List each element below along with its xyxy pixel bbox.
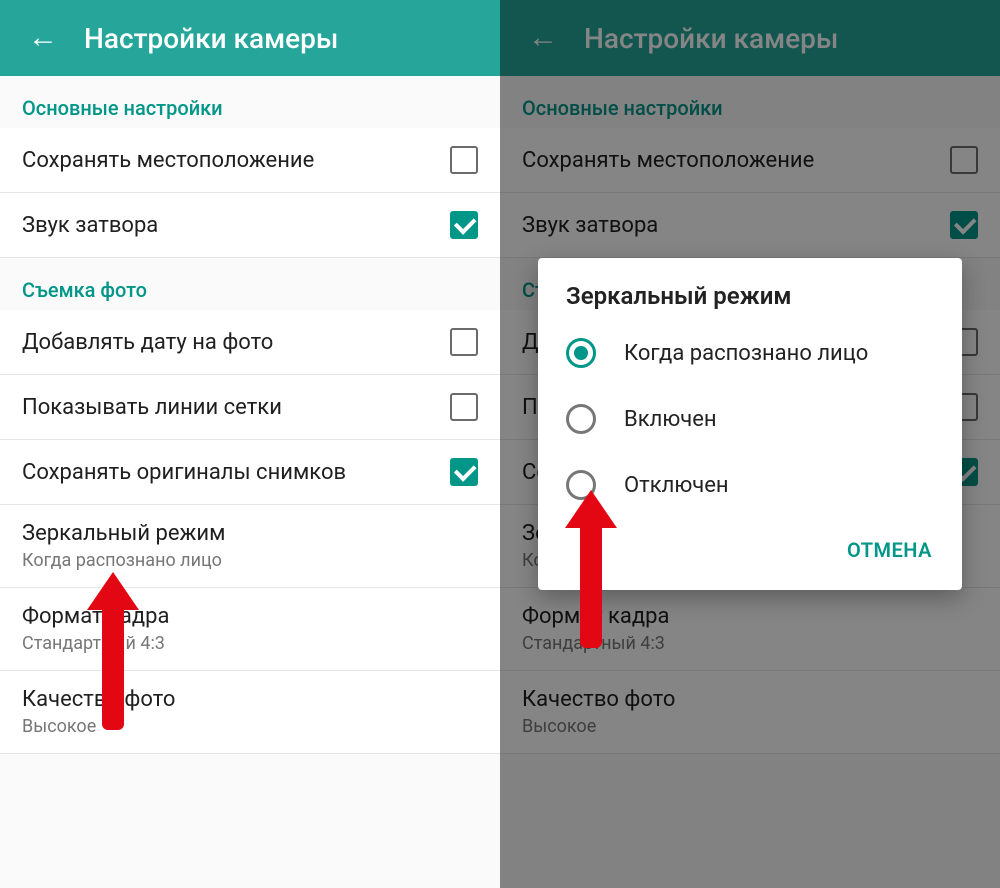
checkbox-unchecked-icon[interactable] [450, 393, 478, 421]
checkbox-unchecked-icon[interactable] [450, 328, 478, 356]
section-header-general: Основные настройки [0, 76, 500, 128]
row-grid-lines[interactable]: Показывать линии сетки [0, 375, 500, 440]
radio-label: Включен [624, 407, 717, 432]
row-frame-format[interactable]: Формат кадра Стандартный 4:3 [0, 588, 500, 671]
radio-option-face-detected[interactable]: Когда распознано лицо [538, 320, 962, 386]
radio-label: Когда распознано лицо [624, 341, 868, 366]
checkbox-checked-icon[interactable] [450, 458, 478, 486]
annotation-arrow-icon [580, 518, 602, 648]
radio-unselected-icon[interactable] [566, 404, 596, 434]
row-save-location[interactable]: Сохранять местоположение [0, 128, 500, 193]
appbar: ← Настройки камеры [0, 0, 500, 76]
annotation-arrow-icon [102, 600, 124, 730]
row-sublabel: Стандартный 4:3 [22, 633, 170, 654]
radio-selected-icon[interactable] [566, 338, 596, 368]
row-label: Сохранять местоположение [22, 148, 314, 173]
row-photo-quality[interactable]: Качество фото Высокое [0, 671, 500, 754]
screen-left-settings: ← Настройки камеры Основные настройки Со… [0, 0, 500, 888]
radio-label: Отключен [624, 473, 729, 498]
row-sublabel: Высокое [22, 716, 175, 737]
row-save-originals[interactable]: Сохранять оригиналы снимков [0, 440, 500, 505]
cancel-button[interactable]: ОТМЕНА [833, 528, 946, 572]
row-label: Качество фото [22, 687, 175, 712]
row-mirror-mode[interactable]: Зеркальный режим Когда распознано лицо [0, 505, 500, 588]
appbar-title: Настройки камеры [84, 22, 338, 55]
row-label: Показывать линии сетки [22, 395, 282, 420]
checkbox-checked-icon[interactable] [450, 211, 478, 239]
row-shutter-sound[interactable]: Звук затвора [0, 193, 500, 258]
radio-option-enabled[interactable]: Включен [538, 386, 962, 452]
row-add-date[interactable]: Добавлять дату на фото [0, 310, 500, 375]
back-arrow-icon[interactable]: ← [28, 23, 84, 53]
row-sublabel: Когда распознано лицо [22, 550, 225, 571]
row-label: Сохранять оригиналы снимков [22, 460, 346, 485]
row-label: Звук затвора [22, 213, 158, 238]
row-label: Добавлять дату на фото [22, 330, 273, 355]
row-label: Зеркальный режим [22, 521, 225, 546]
checkbox-unchecked-icon[interactable] [450, 146, 478, 174]
section-header-photo: Съемка фото [0, 258, 500, 310]
dialog-title: Зеркальный режим [538, 282, 962, 320]
screen-right-dialog: ← Настройки камеры Основные настройки Со… [500, 0, 1000, 888]
